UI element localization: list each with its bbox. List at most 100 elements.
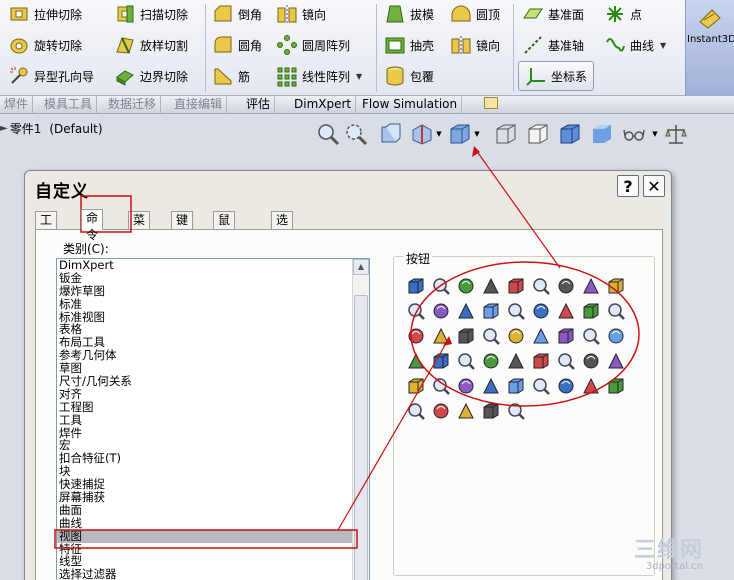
fillet-button[interactable]: 圆角	[212, 31, 262, 59]
gold-icon[interactable]	[581, 326, 601, 346]
rainbow-icon[interactable]	[506, 326, 526, 346]
plane-button[interactable]: 基准面	[522, 0, 584, 28]
draft-button[interactable]: 拔模	[384, 0, 434, 28]
zoom-to-fit-button[interactable]	[315, 120, 341, 148]
category-item[interactable]: 尺寸/几何关系	[57, 375, 369, 388]
cube-i-icon[interactable]	[481, 326, 501, 346]
shadow-icon[interactable]	[431, 376, 451, 396]
category-item[interactable]: 工具	[57, 413, 369, 427]
axis-icon[interactable]	[481, 401, 501, 421]
category-item[interactable]: 曲线	[57, 516, 369, 530]
bulb-icon[interactable]	[406, 401, 426, 421]
text-b-icon[interactable]	[556, 376, 576, 396]
paint-icon[interactable]	[506, 351, 526, 371]
part-name[interactable]: 零件1	[10, 120, 42, 137]
category-item[interactable]: DimXpert	[57, 259, 369, 272]
rib-button[interactable]: 筋	[212, 62, 250, 90]
shell-button[interactable]: 抽壳	[384, 31, 434, 59]
multicolor-icon[interactable]	[406, 351, 426, 371]
category-item[interactable]: 钣金	[57, 271, 369, 285]
scroll-up-button[interactable]: ▲	[353, 259, 369, 275]
zoom-in-icon[interactable]	[531, 276, 551, 296]
roll-icon[interactable]	[406, 301, 426, 321]
help-button[interactable]: ?	[617, 175, 639, 197]
category-item[interactable]: 参考几何体	[57, 349, 369, 362]
star-icon[interactable]	[581, 376, 601, 396]
tab-flow-simulation[interactable]: Flow Simulation	[358, 96, 463, 113]
category-item[interactable]: 特征	[57, 542, 369, 556]
circular-pattern-button[interactable]: 圆周阵列	[276, 31, 350, 59]
chevron-down-icon[interactable]: ▼	[649, 120, 661, 148]
tab-options[interactable]: 选项	[271, 211, 294, 244]
stripes-icon[interactable]	[531, 326, 551, 346]
green-cube-icon[interactable]	[556, 326, 576, 346]
text-a-icon[interactable]	[531, 376, 551, 396]
tab-weldments[interactable]: 焊件	[0, 96, 34, 113]
hand-icon[interactable]	[456, 401, 476, 421]
category-item[interactable]: 扣合特征(T)	[57, 452, 369, 465]
move-icon[interactable]	[456, 301, 476, 321]
category-item[interactable]: 标准视图	[57, 310, 369, 324]
category-item[interactable]: 屏幕捕获	[57, 491, 369, 504]
lofted-cut-button[interactable]: 放样切割	[114, 31, 188, 59]
tab-direct-editing[interactable]: 直接编辑	[170, 96, 228, 113]
coordinate-system-button[interactable]: 坐标系	[518, 61, 595, 91]
category-item[interactable]: 工程图	[57, 400, 369, 414]
blue-ball-icon[interactable]	[506, 401, 526, 421]
linear-pattern-button[interactable]: 线性阵列 ▼	[276, 62, 362, 90]
pencil-icon[interactable]	[406, 276, 426, 296]
chevron-down-icon[interactable]: ▼	[356, 72, 362, 81]
tab-dimxpert[interactable]: DimXpert	[290, 96, 357, 113]
close-button[interactable]: ✕	[643, 175, 665, 197]
section-view-button[interactable]	[409, 120, 435, 148]
tab-commands[interactable]: 命令	[81, 209, 104, 242]
mirror-button[interactable]: 镜向	[276, 0, 326, 28]
expand-arrow-icon[interactable]: ►	[0, 123, 8, 134]
color-wheel-icon[interactable]	[431, 351, 451, 371]
category-item[interactable]: 曲面	[57, 503, 369, 517]
cubes-icon[interactable]	[431, 401, 451, 421]
pan-cube-icon[interactable]	[431, 301, 451, 321]
category-item[interactable]: 视图	[57, 529, 369, 543]
arrow-move-icon[interactable]	[606, 351, 626, 371]
cone-icon[interactable]	[606, 376, 626, 396]
cube-a-icon[interactable]	[481, 301, 501, 321]
zoom-to-area-button[interactable]	[343, 120, 369, 148]
scenes-button[interactable]	[663, 120, 689, 148]
category-item[interactable]: 对齐	[57, 387, 369, 401]
view-copy-icon[interactable]	[581, 276, 601, 296]
instant3d-button[interactable]: Instant3D	[685, 0, 734, 96]
category-item[interactable]: 爆炸草图	[57, 284, 369, 298]
tab-data-migration[interactable]: 数据迁移	[104, 96, 162, 113]
chevron-down-icon[interactable]: ▼	[471, 120, 483, 148]
pin-icon[interactable]	[581, 351, 601, 371]
category-scrollbar[interactable]: ▲	[352, 259, 369, 580]
curve-icon[interactable]	[456, 351, 476, 371]
extruded-cut-button[interactable]: 拉伸切除	[8, 0, 82, 28]
zoom-out-icon[interactable]	[556, 276, 576, 296]
hole-wizard-button[interactable]: 异型孔向导	[8, 62, 94, 90]
tab-options-icon[interactable]	[484, 97, 498, 109]
revolved-cut-button[interactable]: 旋转切除	[8, 31, 82, 59]
wrap-button[interactable]: 包覆	[384, 62, 434, 90]
previous-view-button[interactable]	[377, 120, 403, 148]
dome-button[interactable]: 圆顶	[450, 0, 500, 28]
hide-show-button[interactable]	[619, 120, 649, 148]
cube-g-icon[interactable]	[406, 326, 426, 346]
cube-e-icon[interactable]	[581, 301, 601, 321]
pen-icon[interactable]	[431, 276, 451, 296]
category-item[interactable]: 选择过滤器	[57, 568, 369, 580]
cube-h-icon[interactable]	[431, 326, 451, 346]
cube-b-icon[interactable]	[506, 301, 526, 321]
sphere-icon[interactable]	[606, 326, 626, 346]
wireframe-button[interactable]	[493, 120, 519, 148]
shaded-button[interactable]	[589, 120, 615, 148]
boundary-cut-button[interactable]: 边界切除	[114, 62, 188, 90]
scatter-icon[interactable]	[481, 376, 501, 396]
category-item[interactable]: 焊件	[57, 426, 369, 440]
cube-d-icon[interactable]	[556, 301, 576, 321]
view-orientation-button[interactable]	[447, 120, 473, 148]
tab-keyboard[interactable]: 键盘	[171, 211, 194, 244]
grid-icon[interactable]	[456, 376, 476, 396]
rotate-icon[interactable]	[606, 276, 626, 296]
